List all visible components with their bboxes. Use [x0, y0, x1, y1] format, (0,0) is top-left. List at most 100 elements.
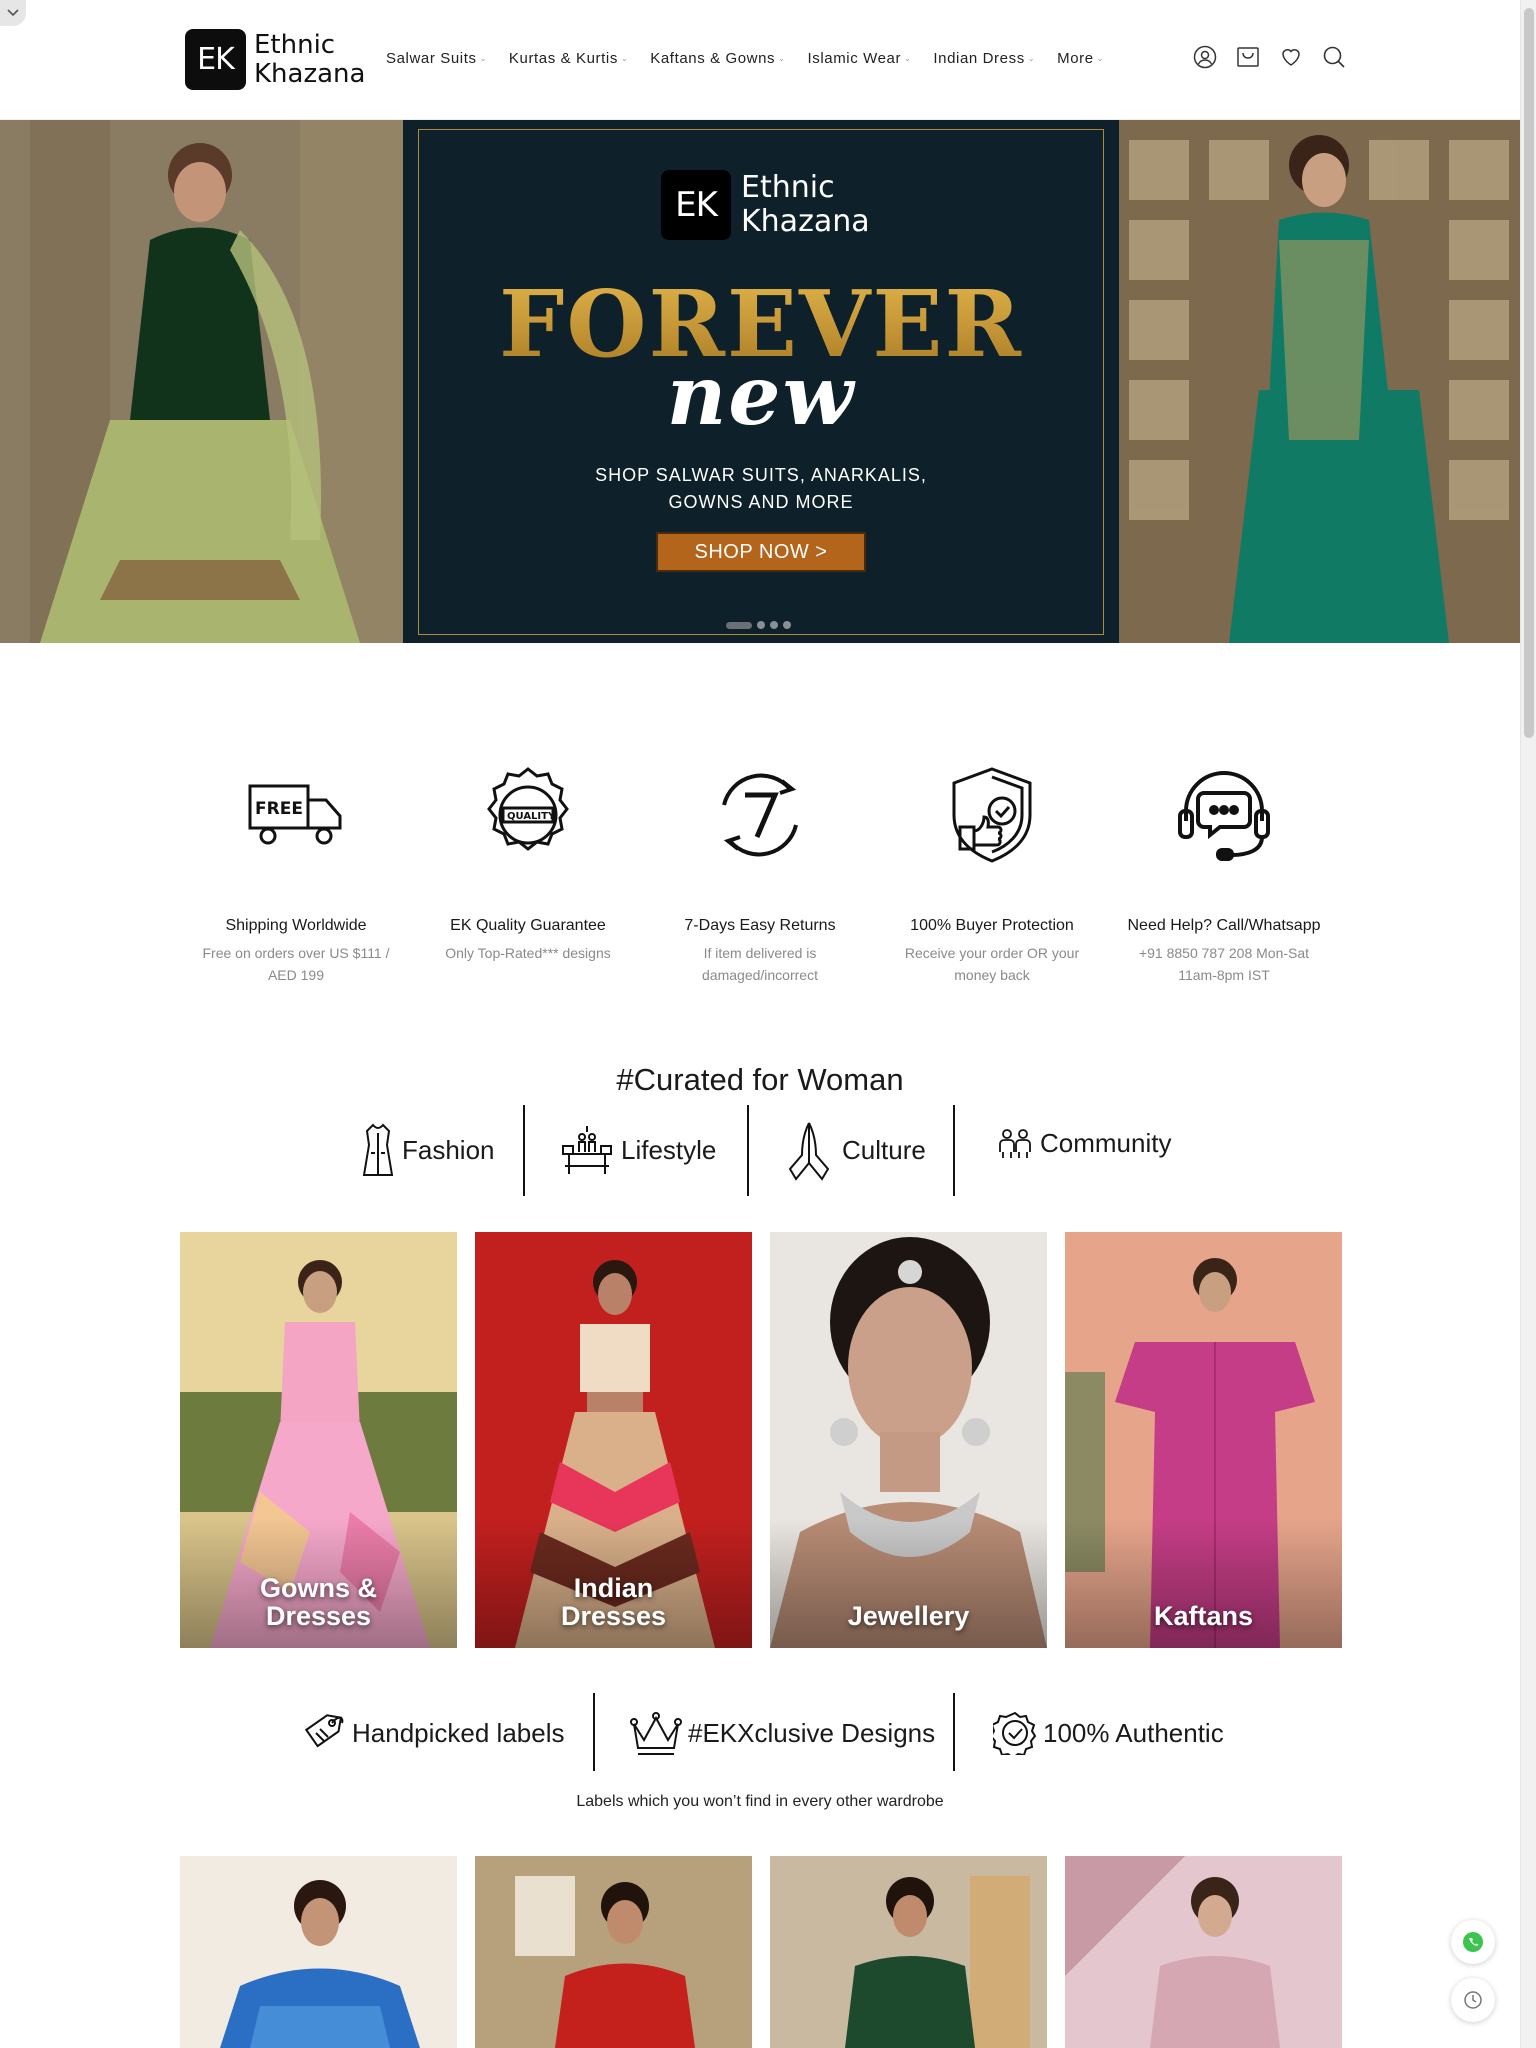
seven-days-return-icon [644, 760, 876, 870]
verified-badge-icon [993, 1711, 1037, 1755]
feature-title: Shipping Worldwide [225, 917, 367, 934]
card-label: Kaftans [1065, 1602, 1342, 1630]
label-card-2[interactable] [475, 1856, 752, 2048]
cart-icon[interactable] [1236, 45, 1260, 69]
category-label: Lifestyle [621, 1134, 717, 1165]
category-fashion[interactable]: Fashion [362, 1105, 495, 1195]
card-label: Gowns & Dresses [180, 1574, 457, 1630]
logo-mark: EK [185, 29, 246, 90]
category-culture[interactable]: Culture [784, 1105, 926, 1195]
card-gowns-dresses[interactable]: Gowns & Dresses [180, 1232, 457, 1648]
price-tag-icon [304, 1714, 344, 1748]
promo-label: 100% Authentic [1043, 1717, 1224, 1748]
card-jewellery[interactable]: Jewellery [770, 1232, 1047, 1648]
user-icon[interactable] [1193, 45, 1217, 69]
quality-badge-icon: QUALITY [412, 760, 644, 870]
feature-desc: If item delivered is damaged/incorrect [702, 945, 818, 983]
heart-icon[interactable] [1279, 45, 1303, 69]
divider [523, 1105, 525, 1196]
chevron-down-icon: ⌄ [620, 54, 629, 63]
promo-ekxclusive: #EKXclusive Designs [630, 1693, 935, 1773]
nav-salwar-suits[interactable]: Salwar Suits ⌄ [386, 50, 487, 67]
card-label-line-1: Kaftans [1153, 1601, 1254, 1631]
nav-label: More [1057, 50, 1094, 67]
card-photo [475, 1856, 752, 2048]
people-icon [999, 1129, 1031, 1158]
feature-shipping: FREE Shipping Worldwide Free on orders o… [180, 760, 412, 986]
category-item: Lifestyle [561, 1124, 716, 1176]
collapse-toggle[interactable] [0, 0, 26, 26]
label-card-1[interactable] [180, 1856, 457, 2048]
hero-subtitle: SHOP SALWAR SUITS, ANARKALIS, GOWNS AND … [403, 462, 1119, 516]
promo-label: Handpicked labels [352, 1717, 565, 1748]
slider-dot-3[interactable] [770, 621, 778, 629]
chevron-down-icon: ⌄ [1096, 54, 1105, 63]
header-actions [1193, 45, 1346, 69]
chevron-down-icon: ⌄ [904, 54, 912, 63]
nav-indian-dress[interactable]: Indian Dress ⌄ [933, 50, 1035, 67]
hero-banner: EK Ethnic Khazana FOREVER new SHOP SALWA… [403, 120, 1119, 643]
chevron-down-icon: ⌄ [778, 54, 786, 63]
shop-now-button[interactable]: SHOP NOW > [656, 532, 866, 572]
label-card-3[interactable] [770, 1856, 1047, 2048]
features-row: FREE Shipping Worldwide Free on orders o… [180, 760, 1340, 986]
card-indian-dresses[interactable]: Indian Dresses [475, 1232, 752, 1648]
brand-logo[interactable]: EK Ethnic Khazana [185, 29, 365, 90]
recently-viewed-button[interactable] [1451, 1978, 1495, 2022]
slider-dot-2[interactable] [757, 621, 765, 629]
svg-text:QUALITY: QUALITY [507, 811, 556, 822]
category-item: Culture [784, 1119, 926, 1181]
hero-right-photo [1119, 120, 1520, 643]
logo-wordmark: Ethnic Khazana [254, 30, 366, 89]
page-scrollbar[interactable] [1520, 0, 1536, 2048]
whatsapp-button[interactable] [1451, 1920, 1495, 1964]
label-card-4[interactable] [1065, 1856, 1342, 2048]
promo-item: 100% Authentic [993, 1711, 1224, 1755]
category-label: Culture [842, 1134, 926, 1165]
slider-dots [726, 621, 791, 629]
feature-protection: 100% Buyer Protection Receive your order… [876, 760, 1108, 986]
card-label-line-1: Indian [573, 1573, 654, 1603]
feature-desc: +91 8850 787 208 Mon-Sat 11am-8pm IST [1138, 945, 1310, 983]
category-item: Fashion [362, 1123, 495, 1177]
card-label: Indian Dresses [475, 1574, 752, 1630]
card-kaftans[interactable]: Kaftans [1065, 1232, 1342, 1648]
slider-dot-1[interactable] [726, 621, 752, 629]
promo-item: Handpicked labels [302, 1711, 564, 1755]
divider [953, 1105, 955, 1196]
scrollbar-thumb[interactable] [1524, 8, 1534, 738]
feature-desc: Only Top-Rated*** designs [445, 945, 611, 961]
hero-left-illustration [0, 120, 403, 643]
feature-title: Need Help? Call/Whatsapp [1127, 917, 1321, 934]
dining-table-icon [562, 1126, 612, 1174]
crown-icon [630, 1712, 682, 1755]
praying-hands-icon [788, 1122, 830, 1181]
nav-label: Indian Dress [933, 50, 1025, 67]
slider-dot-4[interactable] [783, 621, 791, 629]
chevron-down-icon: ⌄ [1027, 54, 1036, 63]
chevron-down-icon [7, 9, 19, 17]
nav-kaftans-gowns[interactable]: Kaftans & Gowns ⌄ [650, 50, 785, 67]
site-header: EK Ethnic Khazana Salwar Suits ⌄ Kurtas &… [0, 0, 1520, 120]
feature-returns: 7-Days Easy Returns If item delivered is… [644, 760, 876, 986]
divider [747, 1105, 749, 1196]
hero-slider[interactable]: EK Ethnic Khazana FOREVER new SHOP SALWA… [0, 120, 1520, 643]
category-label: Community [1040, 1127, 1172, 1158]
search-icon[interactable] [1322, 45, 1346, 69]
category-lifestyle[interactable]: Lifestyle [561, 1105, 716, 1195]
category-community[interactable]: Community [998, 1098, 1171, 1188]
logo-line-2: Khazana [254, 58, 366, 89]
hero-right-illustration [1119, 120, 1520, 643]
nav-kurtas-kurtis[interactable]: Kurtas & Kurtis ⌄ [509, 50, 628, 67]
divider [593, 1693, 595, 1771]
card-label: Jewellery [770, 1602, 1047, 1630]
history-icon [1464, 1991, 1482, 2009]
nav-more[interactable]: More ⌄ [1057, 50, 1104, 67]
divider [953, 1693, 955, 1771]
curated-cards: Gowns & Dresses Indian Dresses Jewellery… [180, 1232, 1342, 1648]
shield-check-icon [876, 760, 1108, 870]
card-label-line-1: Jewellery [847, 1601, 970, 1631]
headset-chat-icon [1108, 760, 1340, 870]
nav-label: Salwar Suits [386, 50, 477, 67]
nav-islamic-wear[interactable]: Islamic Wear ⌄ [807, 50, 911, 67]
